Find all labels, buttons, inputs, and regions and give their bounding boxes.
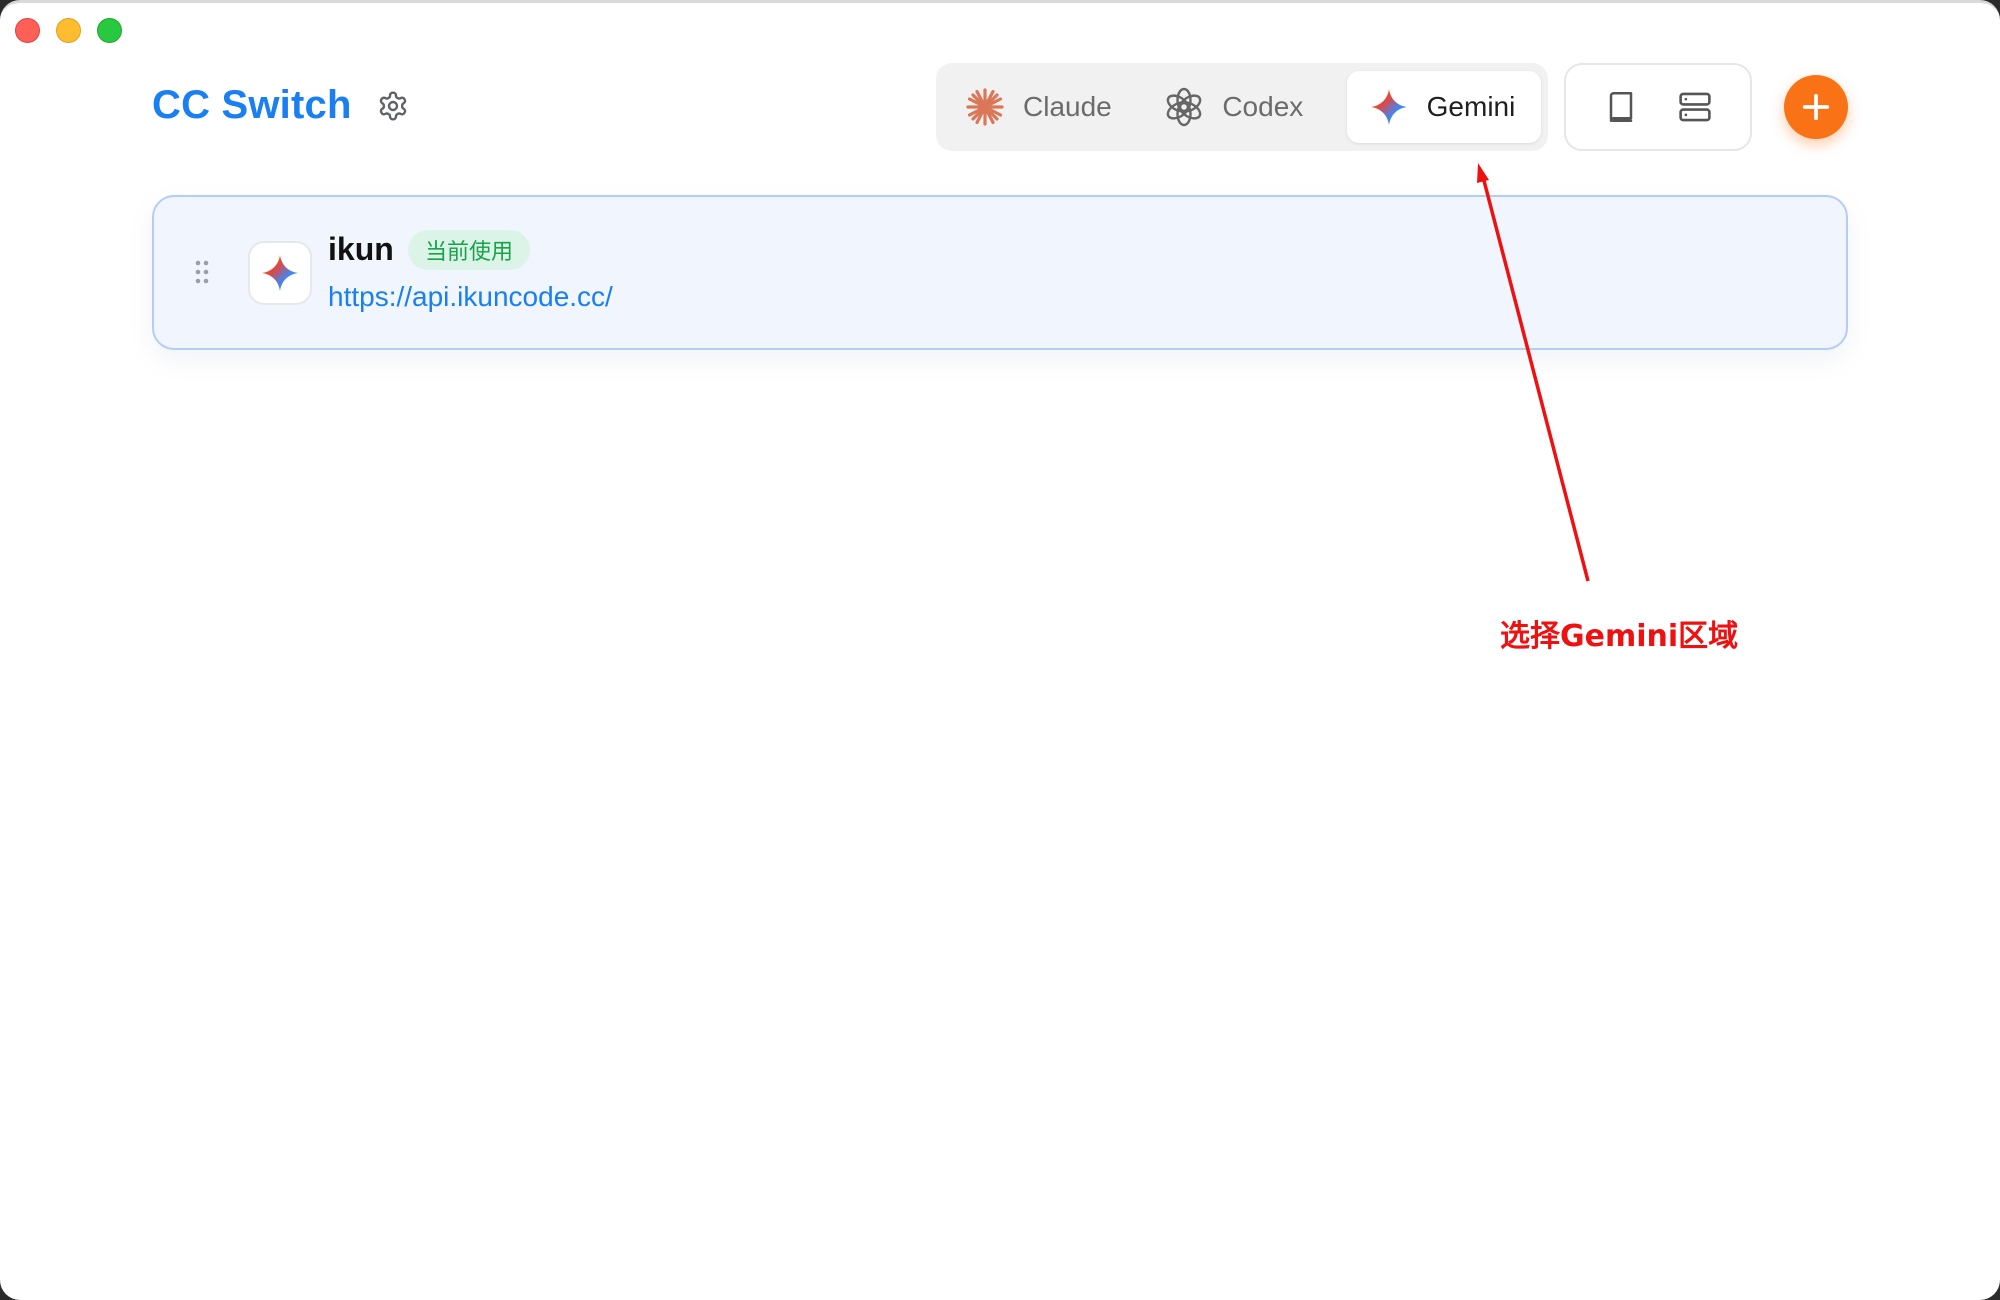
annotation-label: 选择Gemini区域 xyxy=(1500,619,1739,654)
app-window: CC Switch Claude Codex Gemini ikun 当前使用 … xyxy=(0,0,2000,1300)
